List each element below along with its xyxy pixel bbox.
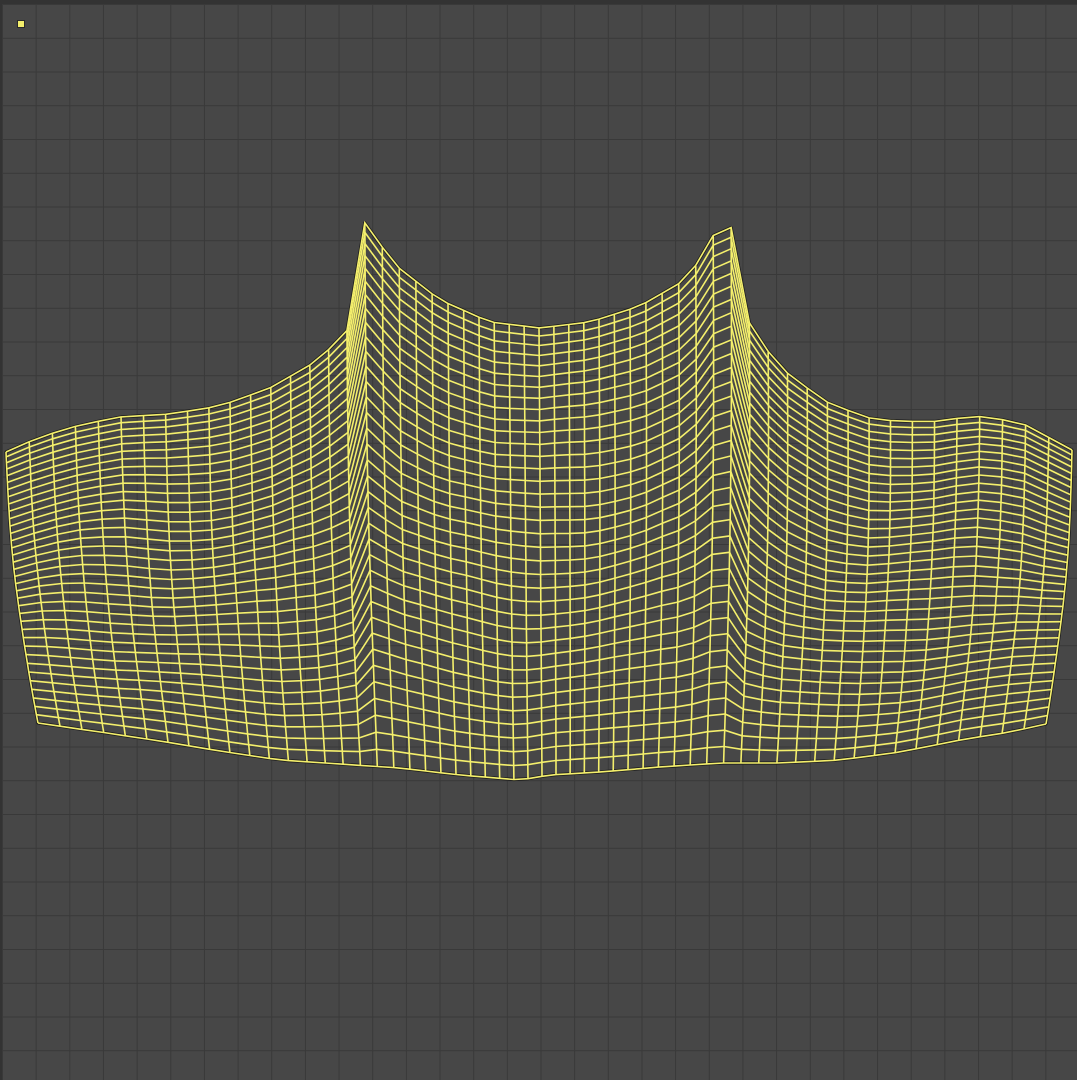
uv-edge-column[interactable] [597,319,601,773]
uv-edge-column[interactable] [186,411,211,750]
uv-edge-column[interactable] [447,303,457,775]
uv-edge-column[interactable] [873,420,892,756]
uv-edge-column[interactable] [583,322,586,773]
uv-edge-column[interactable] [462,310,472,776]
uv-edge-column[interactable] [657,293,664,768]
uv-editor-viewport[interactable] [0,0,1077,1080]
uv-edge-column[interactable] [398,268,411,770]
uv-edge-column[interactable] [208,407,231,753]
uv-edge-column[interactable] [1045,449,1073,725]
uv-edge-column[interactable] [478,317,487,778]
uv-mesh-wireframe [5,220,1073,781]
uv-edge-column[interactable] [612,314,616,771]
uv-edge-column[interactable] [673,283,681,767]
uv-edge-column[interactable] [642,302,648,769]
uv-edge-column[interactable] [627,309,632,770]
uv-mesh-island[interactable] [0,0,1077,1080]
uv-edge-column[interactable] [415,281,427,772]
uv-edge-column[interactable] [553,326,557,775]
uv-edge-column[interactable] [794,388,809,763]
uv-edge-column[interactable] [431,293,442,773]
uv-edge-column[interactable] [568,324,571,774]
